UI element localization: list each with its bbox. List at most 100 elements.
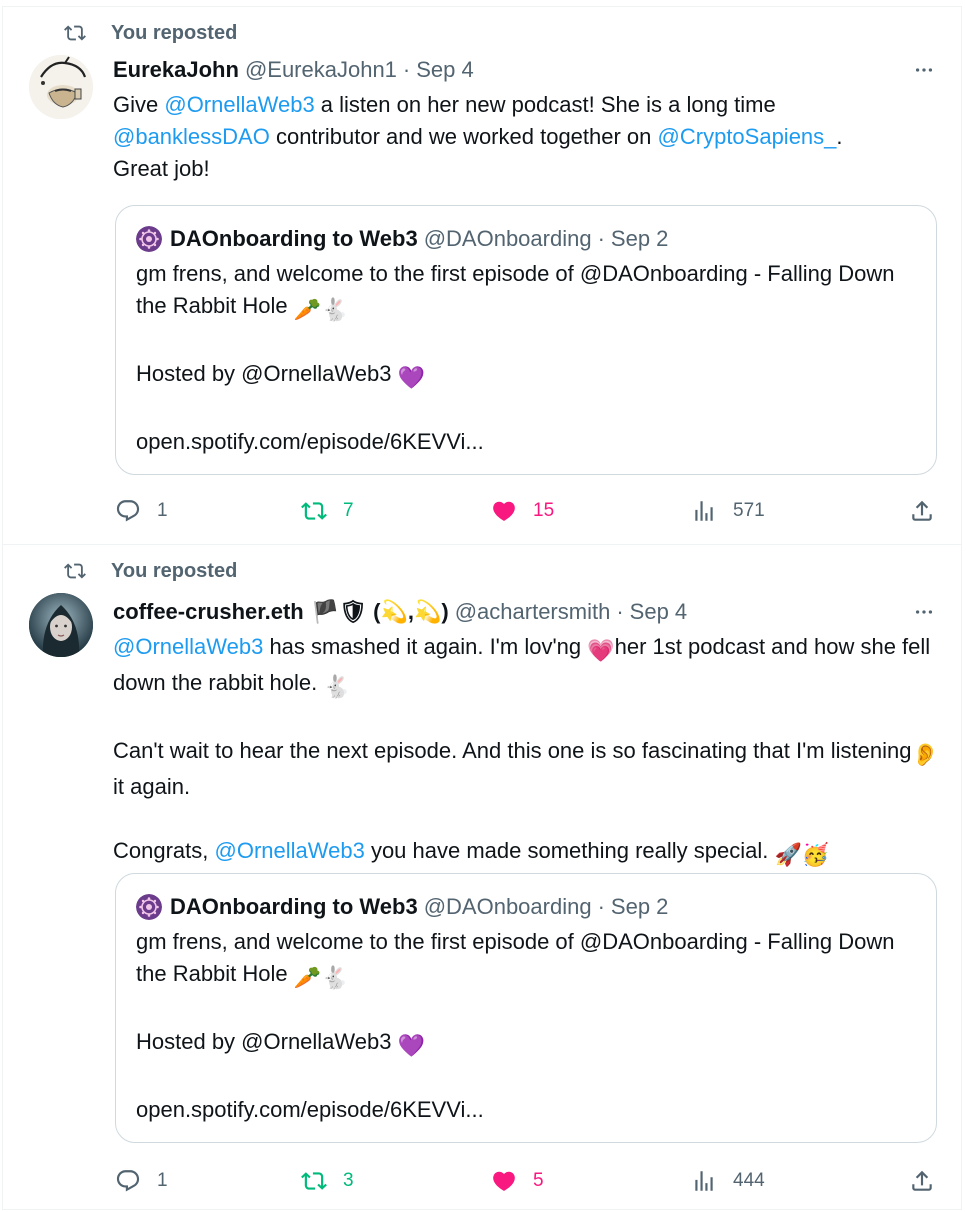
tweet-text: @OrnellaWeb3 has smashed it again. I'm l… [113, 631, 939, 871]
purple-heart-emoji: 💜 [397, 365, 426, 390]
carrot-rabbit-emoji: 🥕🐇 [293, 965, 349, 990]
tweet[interactable]: You reposted EurekaJohn @EurekaJohn1 · S… [3, 7, 961, 545]
views-icon [695, 501, 713, 521]
share-button[interactable] [909, 495, 935, 527]
quoted-avatar[interactable] [136, 894, 162, 920]
tweet[interactable]: You reposted coffee-crusher.eth 🏴🛡 (💫,💫)… [3, 545, 961, 1211]
author-handle[interactable]: @achartersmith [455, 599, 611, 625]
tweet-date[interactable]: Sep 4 [416, 57, 474, 83]
carrot-rabbit-emoji: 🥕🐇 [293, 297, 349, 322]
quoted-tweet-text: gm frens, and welcome to the first episo… [136, 926, 916, 1126]
quoted-tweet[interactable]: DAOnboarding to Web3 @DAOnboarding · Sep… [115, 205, 937, 475]
separator: · [616, 599, 624, 624]
text-segment: gm frens, and welcome to the first episo… [136, 929, 895, 986]
link-preview-url[interactable]: open.spotify.com/episode/6KEVVi... [136, 1094, 916, 1126]
text-segment: Congrats, [113, 838, 215, 863]
separator: · [597, 226, 605, 251]
quoted-tweet-header: DAOnboarding to Web3 @DAOnboarding · Sep… [136, 224, 916, 254]
author-name-emoji: 🏴🛡 (💫,💫) [311, 599, 449, 624]
mention-link[interactable]: @OrnellaWeb3 [164, 92, 314, 117]
like-button[interactable]: 15 [491, 495, 554, 527]
repost-icon [64, 563, 86, 579]
tweet-content: EurekaJohn @EurekaJohn1 · Sep 4 Give @Or… [113, 55, 939, 185]
quoted-avatar[interactable] [136, 226, 162, 252]
views-icon [695, 1171, 713, 1191]
avatar[interactable] [29, 55, 93, 119]
avatar-image [29, 593, 93, 657]
quoted-tweet[interactable]: DAOnboarding to Web3 @DAOnboarding · Sep… [115, 873, 937, 1143]
quoted-tweet-header: DAOnboarding to Web3 @DAOnboarding · Sep… [136, 892, 916, 922]
quoted-tweet-date[interactable]: Sep 2 [611, 226, 669, 252]
tweet-text: Give @OrnellaWeb3 a listen on her new po… [113, 89, 939, 185]
reply-button[interactable]: 1 [115, 1165, 168, 1197]
repost-context: You reposted [63, 21, 237, 45]
mention-link[interactable]: @OrnellaWeb3 [215, 838, 365, 863]
text-segment: Great job! [113, 156, 210, 181]
repost-icon [64, 25, 86, 41]
like-count: 15 [533, 500, 555, 521]
text-segment: contributor and we worked together on [269, 124, 658, 149]
action-bar: 1 3 5 444 [115, 1165, 935, 1197]
reply-count: 1 [157, 500, 168, 521]
mention-link[interactable]: @OrnellaWeb3 [113, 634, 263, 659]
text-segment: Hosted by @OrnellaWeb3 [136, 361, 392, 386]
more-icon[interactable] [909, 597, 939, 627]
like-icon [493, 1171, 515, 1191]
quoted-author-handle[interactable]: @DAOnboarding [424, 894, 592, 920]
repost-label: You reposted [111, 559, 238, 582]
author-handle[interactable]: @EurekaJohn1 [245, 57, 397, 83]
text-segment: a listen on her new podcast! She is a lo… [314, 92, 776, 117]
share-icon [912, 1170, 932, 1191]
like-icon [493, 501, 515, 521]
quoted-tweet-text: gm frens, and welcome to the first episo… [136, 258, 916, 458]
text-segment: it again. [113, 774, 191, 799]
author-name[interactable]: EurekaJohn [113, 57, 239, 83]
repost-context: You reposted [63, 559, 237, 583]
repost-label: You reposted [111, 21, 238, 44]
more-icon[interactable] [909, 55, 939, 85]
quoted-author-name[interactable]: DAOnboarding to Web3 [170, 894, 418, 920]
repost-icon [301, 502, 327, 520]
avatar-image [29, 55, 93, 119]
avatar[interactable] [29, 593, 93, 657]
tweet-date[interactable]: Sep 4 [630, 599, 688, 625]
tweet-header: coffee-crusher.eth 🏴🛡 (💫,💫) @achartersmi… [113, 597, 939, 627]
reply-icon [116, 500, 140, 522]
reply-icon [116, 1170, 140, 1192]
reply-button[interactable]: 1 [115, 495, 168, 527]
quoted-author-name[interactable]: DAOnboarding to Web3 [170, 226, 418, 252]
quoted-tweet-date[interactable]: Sep 2 [611, 894, 669, 920]
mention-link[interactable]: @banklessDAO [113, 124, 270, 149]
rabbit-emoji: 🐇 [323, 674, 351, 699]
text-segment: Hosted by @OrnellaWeb3 [136, 1029, 392, 1054]
separator: · [402, 57, 411, 82]
repost-icon [301, 1172, 327, 1190]
heart-emoji: 💗 [587, 638, 615, 663]
link-preview-url[interactable]: open.spotify.com/episode/6KEVVi... [136, 426, 916, 458]
text-segment: has smashed it again. I'm lov'ng [263, 634, 588, 659]
repost-button[interactable]: 3 [301, 1165, 354, 1197]
timeline: You reposted EurekaJohn @EurekaJohn1 · S… [2, 6, 962, 1210]
views-button[interactable]: 571 [691, 495, 765, 527]
text-segment: Give [113, 92, 165, 117]
share-icon [912, 500, 932, 521]
author-name[interactable]: coffee-crusher.eth [113, 599, 304, 625]
views-count: 571 [733, 500, 765, 521]
action-bar: 1 7 15 571 [115, 495, 935, 527]
repost-button[interactable]: 7 [301, 495, 354, 527]
like-button[interactable]: 5 [491, 1165, 544, 1197]
tweet-content: coffee-crusher.eth 🏴🛡 (💫,💫) @achartersmi… [113, 597, 939, 871]
text-segment: Can't wait to hear the next episode. And… [113, 738, 912, 763]
tweet-header: EurekaJohn @EurekaJohn1 · Sep 4 [113, 55, 939, 85]
purple-heart-emoji: 💜 [397, 1033, 426, 1058]
quoted-author-handle[interactable]: @DAOnboarding [424, 226, 592, 252]
text-segment: you have made something really special. [364, 838, 775, 863]
share-button[interactable] [909, 1165, 935, 1197]
repost-count: 7 [343, 500, 354, 521]
views-button[interactable]: 444 [691, 1165, 765, 1197]
repost-count: 3 [343, 1170, 354, 1191]
views-count: 444 [733, 1170, 765, 1191]
ear-emoji: 👂 [911, 742, 939, 767]
rocket-party-emoji: 🚀🥳 [774, 842, 830, 867]
mention-link[interactable]: @CryptoSapiens_ [658, 124, 837, 149]
